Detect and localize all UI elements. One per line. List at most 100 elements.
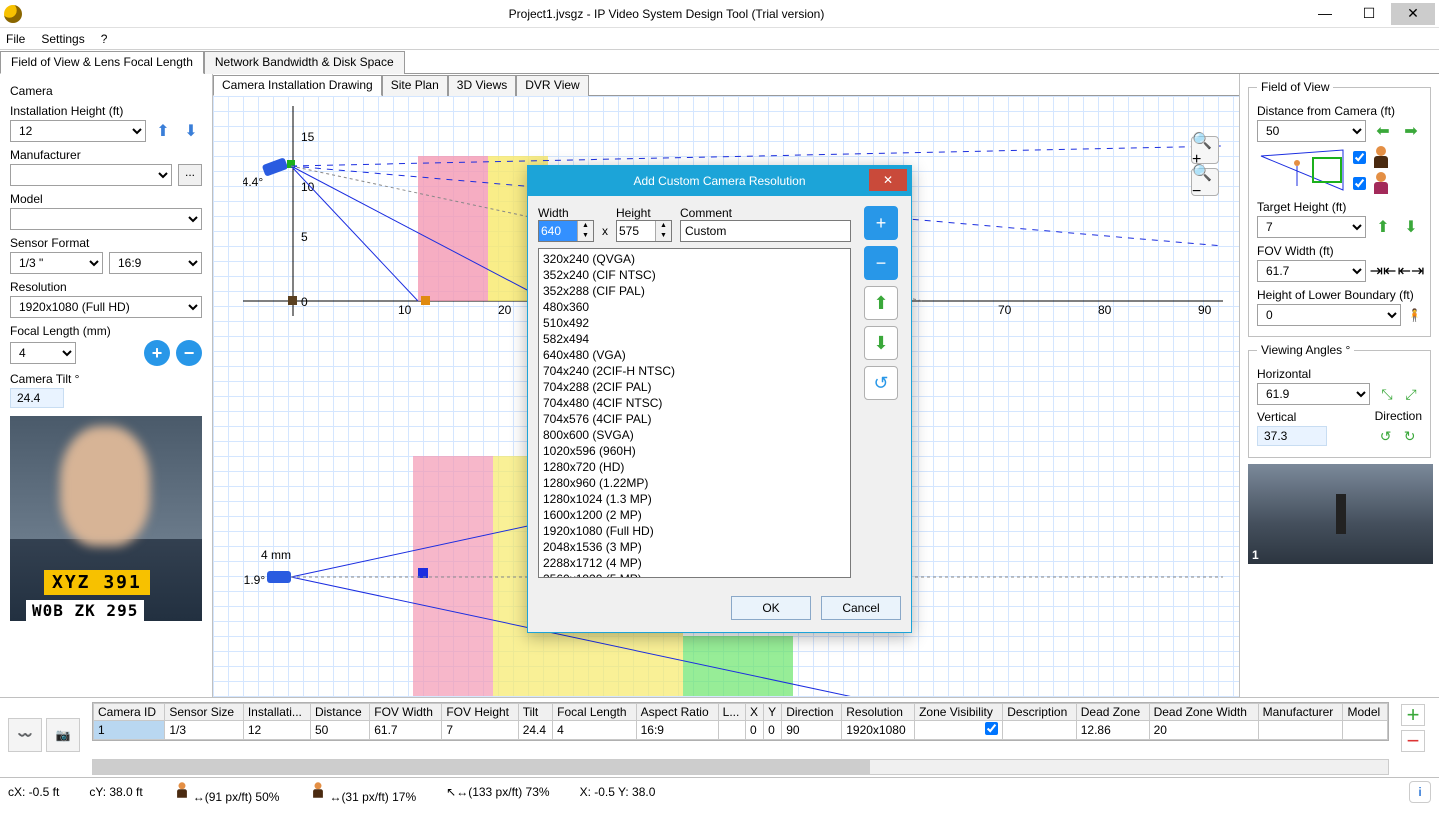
resolution-option[interactable]: 704x240 (2CIF-H NTSC) [543,363,846,379]
target-up-arrow-icon[interactable]: ⬆ [1372,216,1394,238]
cancel-button[interactable]: Cancel [821,596,901,620]
table-header[interactable]: Description [1003,704,1077,721]
resolution-option[interactable]: 1280x960 (1.22MP) [543,475,846,491]
dialog-move-up-button[interactable]: ⬆ [864,286,898,320]
dialog-move-down-button[interactable]: ⬇ [864,326,898,360]
subtab-siteplan[interactable]: Site Plan [382,75,448,96]
remove-row-button[interactable]: − [1401,730,1425,752]
table-cell[interactable]: 4 [553,721,636,740]
table-cell[interactable]: 12.86 [1076,721,1149,740]
table-header[interactable]: FOV Width [370,704,442,721]
table-header[interactable]: Dead Zone Width [1149,704,1258,721]
table-cell[interactable]: 1 [94,721,165,740]
resolution-option[interactable]: 1020x596 (960H) [543,443,846,459]
table-cell[interactable] [1003,721,1077,740]
focal-add-button[interactable]: + [144,340,170,366]
table-header[interactable]: Installati... [243,704,310,721]
height-input[interactable] [617,221,655,241]
resolution-select[interactable]: 1920x1080 (Full HD) [10,296,202,318]
zoom-in-button[interactable]: 🔍+ [1191,136,1219,164]
table-header[interactable]: L... [718,704,745,721]
ok-button[interactable]: OK [731,596,811,620]
width-input[interactable] [539,221,577,241]
table-header[interactable]: Zone Visibility [915,704,1003,721]
subtab-drawing[interactable]: Camera Installation Drawing [213,75,382,96]
cable-tool-icon[interactable]: 〰️ [8,718,42,752]
manufacturer-browse-button[interactable]: ... [178,164,202,186]
model-select[interactable] [10,208,202,230]
table-cell[interactable]: 1920x1080 [842,721,915,740]
table-cell[interactable]: 7 [442,721,518,740]
table-header[interactable]: Manufacturer [1258,704,1343,721]
resolution-option[interactable]: 640x480 (VGA) [543,347,846,363]
resolution-option[interactable]: 352x240 (CIF NTSC) [543,267,846,283]
resolution-listbox[interactable]: 320x240 (QVGA)352x240 (CIF NTSC)352x288 … [538,248,851,578]
subtab-3dviews[interactable]: 3D Views [448,75,516,96]
resolution-option[interactable]: 1600x1200 (2 MP) [543,507,846,523]
table-cell[interactable]: 0 [764,721,782,740]
table-cell[interactable]: 12 [243,721,310,740]
fov-width-select[interactable]: 61.7 [1257,260,1366,282]
resolution-option[interactable]: 1280x1024 (1.3 MP) [543,491,846,507]
minimize-button[interactable]: — [1303,3,1347,25]
table-horizontal-scrollbar[interactable] [92,759,1389,775]
table-header[interactable]: Distance [310,704,369,721]
aspect-select[interactable]: 16:9 [109,252,202,274]
dialog-reset-button[interactable]: ↺ [864,366,898,400]
expand-in-icon[interactable]: ⤢ [1400,383,1422,405]
table-header[interactable]: Resolution [842,704,915,721]
tab-fov[interactable]: Field of View & Lens Focal Length [0,51,204,74]
height-up-arrow-icon[interactable]: ⬆ [152,120,174,142]
resolution-option[interactable]: 352x288 (CIF PAL) [543,283,846,299]
table-cell[interactable]: 61.7 [370,721,442,740]
target-down-arrow-icon[interactable]: ⬇ [1400,216,1422,238]
focal-length-select[interactable]: 4 [10,342,76,364]
dialog-close-button[interactable]: ✕ [869,169,907,191]
table-header[interactable]: Dead Zone [1076,704,1149,721]
camera-tool-icon[interactable]: 📷 [46,718,80,752]
table-cell[interactable] [915,721,1003,740]
table-cell[interactable]: 90 [782,721,842,740]
table-cell[interactable]: 20 [1149,721,1258,740]
resolution-option[interactable]: 2048x1536 (3 MP) [543,539,846,555]
table-header[interactable]: X [746,704,764,721]
menu-file[interactable]: File [6,32,25,46]
table-header[interactable]: Aspect Ratio [636,704,718,721]
zone-visibility-checkbox[interactable] [985,722,998,735]
table-cell[interactable] [1258,721,1343,740]
resolution-option[interactable]: 2560x1920 (5 MP) [543,571,846,578]
resolution-option[interactable]: 800x600 (SVGA) [543,427,846,443]
add-row-button[interactable]: + [1401,704,1425,726]
distance-select[interactable]: 50 [1257,120,1366,142]
width-spinner[interactable]: ▲▼ [538,220,594,242]
rotate-ccw-icon[interactable]: ↺ [1375,425,1397,447]
resolution-option[interactable]: 704x288 (2CIF PAL) [543,379,846,395]
table-header[interactable]: Y [764,704,782,721]
menu-help[interactable]: ? [101,32,108,46]
table-cell[interactable] [1343,721,1388,740]
table-header[interactable]: Focal Length [553,704,636,721]
resolution-option[interactable]: 320x240 (QVGA) [543,251,846,267]
resolution-option[interactable]: 480x360 [543,299,846,315]
dialog-add-button[interactable]: + [864,206,898,240]
comment-input[interactable] [680,220,851,242]
table-header[interactable]: Tilt [518,704,552,721]
dialog-remove-button[interactable]: − [864,246,898,280]
resolution-option[interactable]: 510x492 [543,315,846,331]
maximize-button[interactable]: ☐ [1347,3,1391,25]
table-header[interactable]: Sensor Size [165,704,243,721]
distance-left-arrow-icon[interactable]: ⬅ [1372,120,1394,142]
sensor-format-select[interactable]: 1/3 " [10,252,103,274]
table-cell[interactable]: 0 [746,721,764,740]
distance-right-arrow-icon[interactable]: ➡ [1400,120,1422,142]
tab-bandwidth[interactable]: Network Bandwidth & Disk Space [204,51,405,74]
resolution-option[interactable]: 1280x720 (HD) [543,459,846,475]
table-cell[interactable]: 50 [310,721,369,740]
table-header[interactable]: Direction [782,704,842,721]
show-woman-checkbox[interactable] [1353,177,1366,190]
height-spinner[interactable]: ▲▼ [616,220,672,242]
show-man-checkbox[interactable] [1353,151,1366,164]
close-button[interactable]: ✕ [1391,3,1435,25]
fov-widen-icon[interactable]: ⇤⇥ [1400,260,1422,282]
height-down-arrow-icon[interactable]: ⬇ [180,120,202,142]
